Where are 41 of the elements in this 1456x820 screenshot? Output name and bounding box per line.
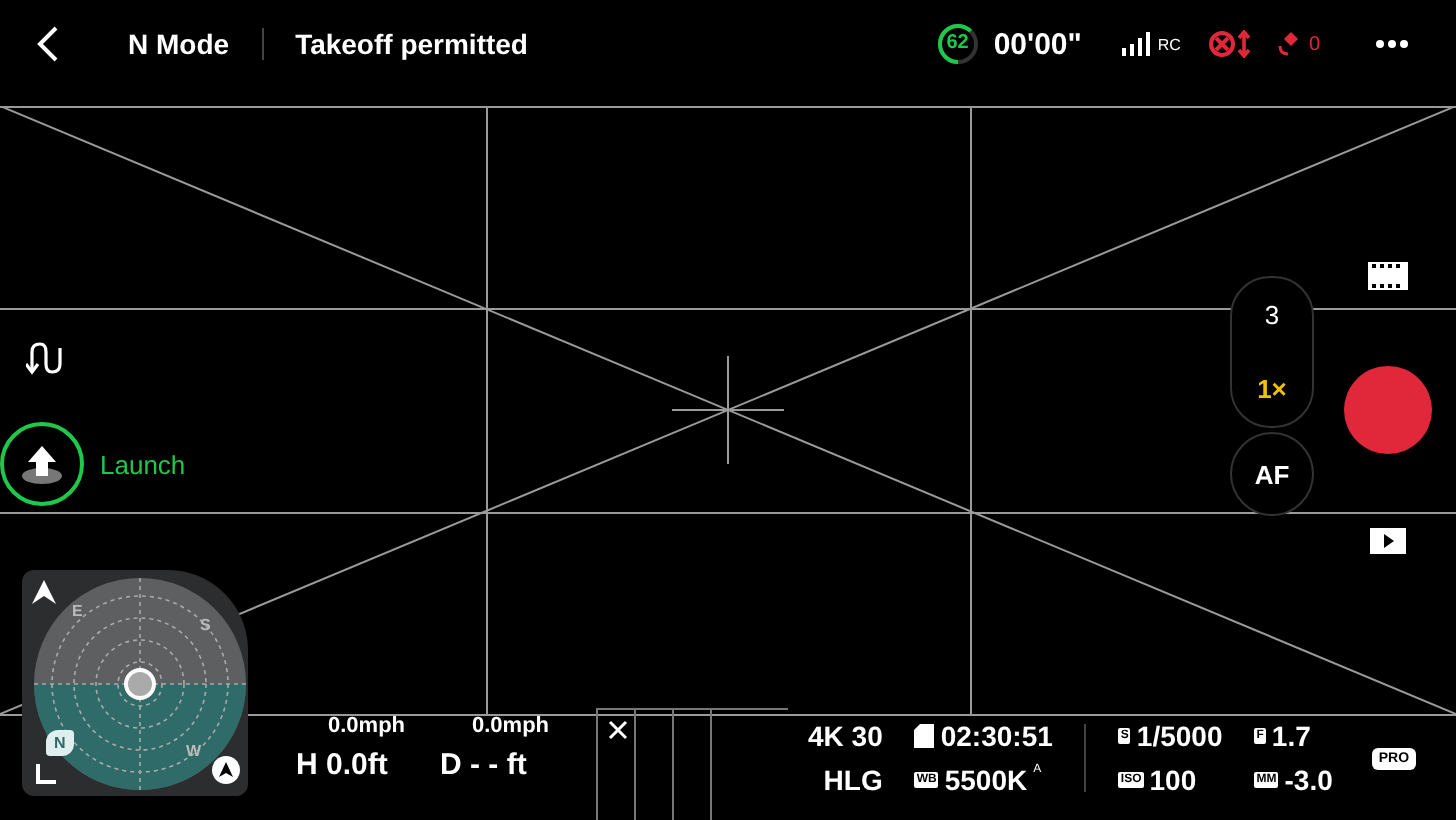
compass-letter: S — [200, 616, 211, 634]
launch-label[interactable]: Launch — [100, 449, 186, 479]
takeoff-status: Takeoff permitted — [295, 28, 528, 60]
signal-label: RC — [1157, 35, 1181, 53]
route-icon[interactable] — [26, 340, 66, 376]
exposure-value[interactable]: -3.0 — [1284, 764, 1333, 796]
height-reading: H 0.0ft — [296, 748, 388, 782]
distance-reading: D - - ft — [440, 748, 527, 782]
takeoff-icon — [18, 442, 66, 486]
zoom-level[interactable]: 3 — [1264, 300, 1280, 330]
aircraft-arrow-icon — [32, 580, 56, 604]
playback-icon[interactable] — [1370, 528, 1406, 554]
shutter-speed[interactable]: 1/5000 — [1136, 720, 1223, 752]
compass-letter: N — [46, 730, 74, 756]
close-icon[interactable] — [608, 720, 628, 740]
compass-letter: E — [72, 602, 83, 620]
sd-card-icon — [914, 724, 935, 748]
video-resolution[interactable]: 4K 30 — [808, 720, 883, 752]
horizontal-speed: 0.0mph — [328, 714, 406, 738]
focus-mode-button[interactable]: AF — [1230, 432, 1314, 516]
color-profile[interactable]: HLG — [823, 764, 883, 796]
compass-letter: W — [186, 742, 202, 760]
flight-mode[interactable]: N Mode — [128, 28, 230, 60]
more-icon[interactable] — [1376, 40, 1408, 48]
flight-time: 00'00" — [993, 27, 1082, 61]
back-icon[interactable] — [36, 26, 60, 62]
signal-icon — [1121, 32, 1154, 56]
wb-value[interactable]: 5500K — [944, 764, 1028, 796]
battery-ring: 62 — [933, 20, 982, 68]
remaining-time: 02:30:51 — [940, 720, 1053, 752]
launch-button[interactable] — [0, 422, 84, 506]
vertical-speed: 0.0mph — [472, 714, 550, 738]
wb-mode: A — [1033, 764, 1042, 776]
record-button[interactable] — [1344, 366, 1432, 454]
aperture-value[interactable]: 1.7 — [1271, 720, 1311, 752]
satellite-count: 0 — [1308, 33, 1320, 55]
zoom-level[interactable]: 1× — [1257, 374, 1287, 404]
obstacle-warning-icon[interactable] — [1208, 30, 1253, 58]
film-icon[interactable] — [1368, 262, 1408, 290]
corner-icon[interactable] — [36, 764, 56, 784]
iso-value[interactable]: 100 — [1149, 764, 1197, 796]
